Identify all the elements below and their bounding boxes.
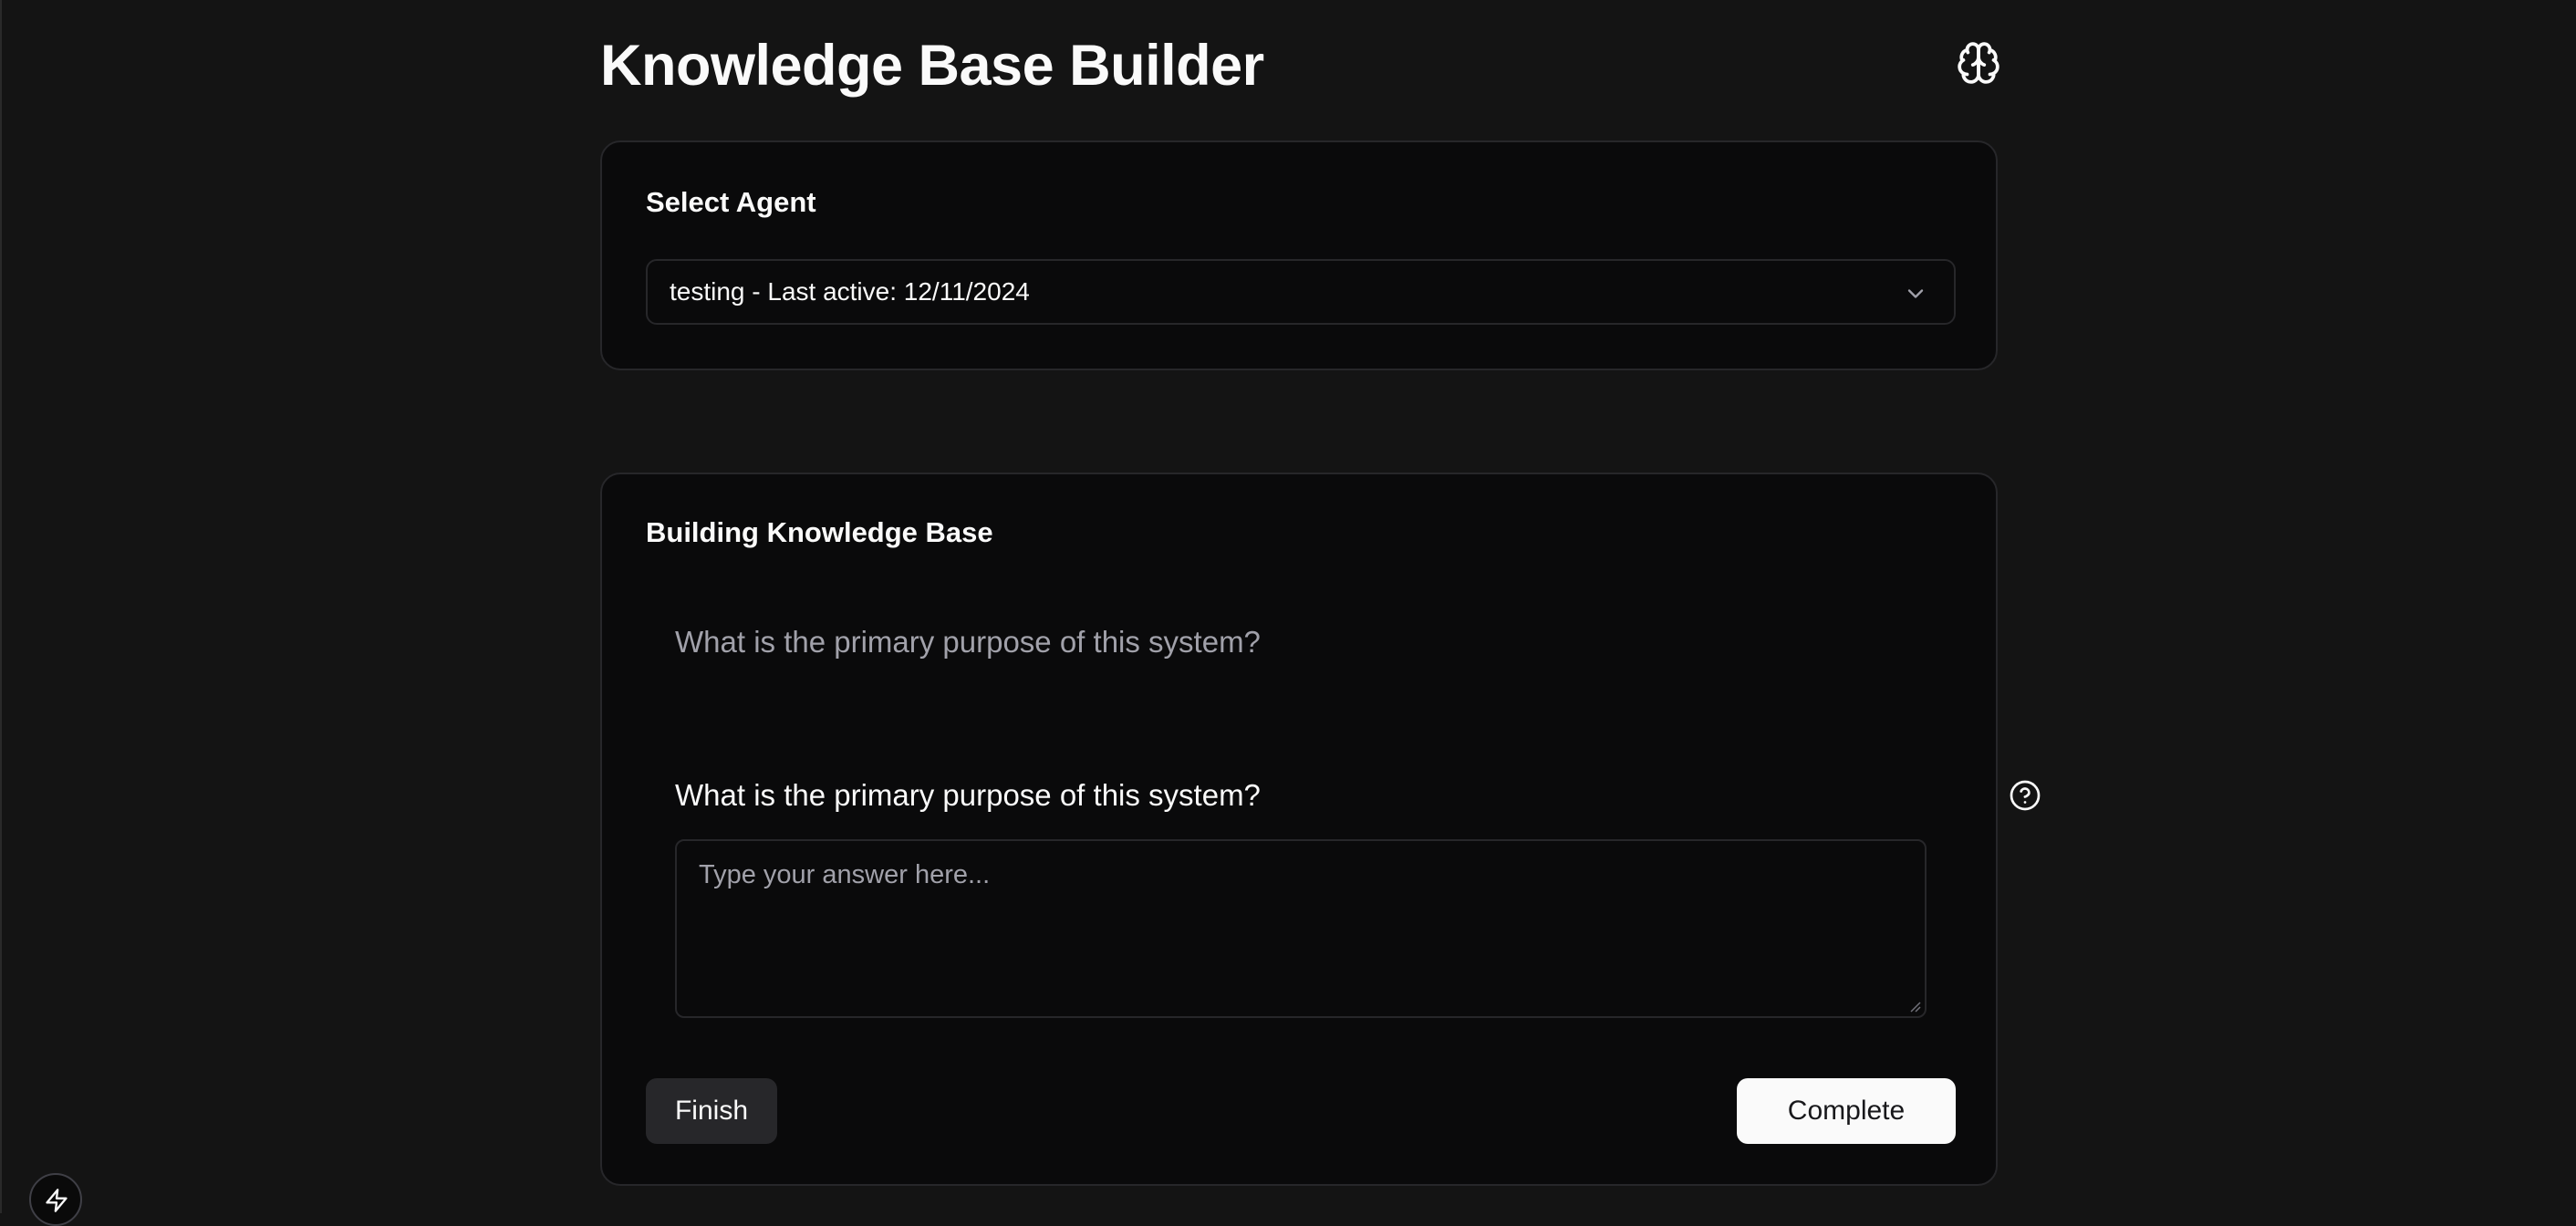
- agent-select[interactable]: testing - Last active: 12/11/2024: [646, 259, 1956, 325]
- previous-question: What is the primary purpose of this syst…: [675, 625, 1261, 659]
- resize-handle-icon[interactable]: [1908, 1000, 1921, 1013]
- agent-select-value: testing - Last active: 12/11/2024: [670, 277, 1030, 306]
- page-title: Knowledge Base Builder: [600, 34, 1264, 98]
- answer-placeholder: Type your answer here...: [699, 860, 991, 889]
- brain-icon[interactable]: [1956, 40, 2001, 86]
- chevron-down-icon: [1903, 281, 1928, 306]
- help-circle-icon[interactable]: [2009, 779, 2041, 812]
- select-agent-heading: Select Agent: [646, 186, 816, 218]
- window-edge: [0, 0, 2, 1213]
- answer-textarea[interactable]: Type your answer here...: [675, 839, 1927, 1018]
- knowledge-base-heading: Building Knowledge Base: [646, 516, 993, 548]
- knowledge-base-card: Building Knowledge Base What is the prim…: [600, 473, 2041, 1186]
- complete-button[interactable]: Complete: [1737, 1078, 1956, 1144]
- bolt-icon: [46, 1189, 68, 1212]
- select-agent-card: Select Agent testing - Last active: 12/1…: [600, 140, 1998, 370]
- finish-button[interactable]: Finish: [646, 1078, 777, 1144]
- bolt-button[interactable]: [29, 1173, 82, 1226]
- current-question: What is the primary purpose of this syst…: [675, 778, 1261, 812]
